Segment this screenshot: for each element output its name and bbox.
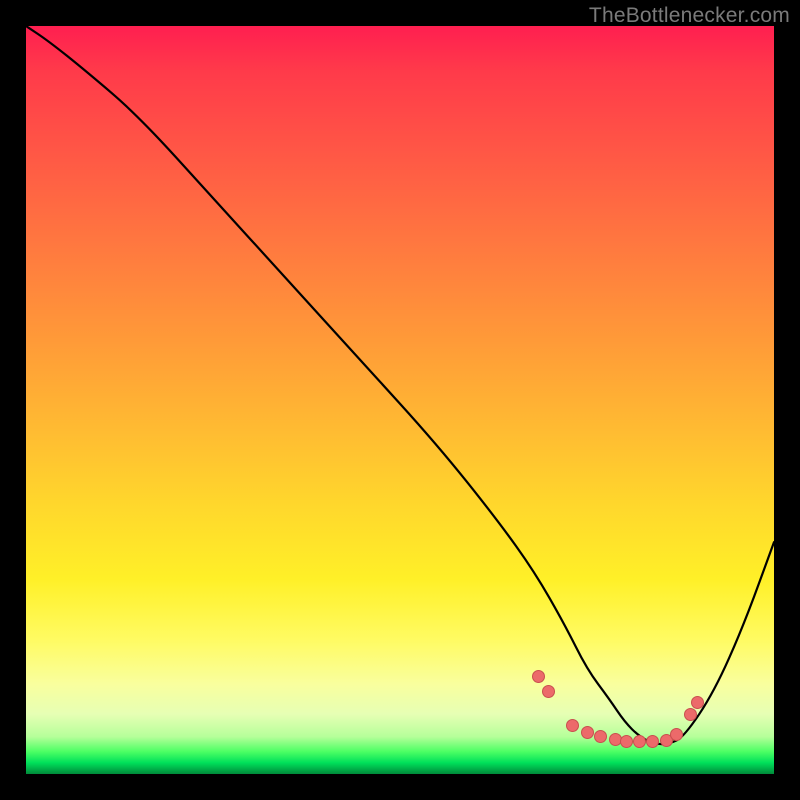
marker-dot xyxy=(620,735,633,748)
marker-dot xyxy=(542,685,555,698)
watermark-text: TheBottlenecker.com xyxy=(589,4,790,28)
heat-gradient-background xyxy=(26,26,774,774)
marker-dot xyxy=(566,719,579,732)
marker-dot xyxy=(594,730,607,743)
chart-frame: TheBottlenecker.com xyxy=(0,0,800,800)
marker-dot xyxy=(684,708,697,721)
marker-dot xyxy=(581,726,594,739)
plot-area xyxy=(26,26,774,774)
